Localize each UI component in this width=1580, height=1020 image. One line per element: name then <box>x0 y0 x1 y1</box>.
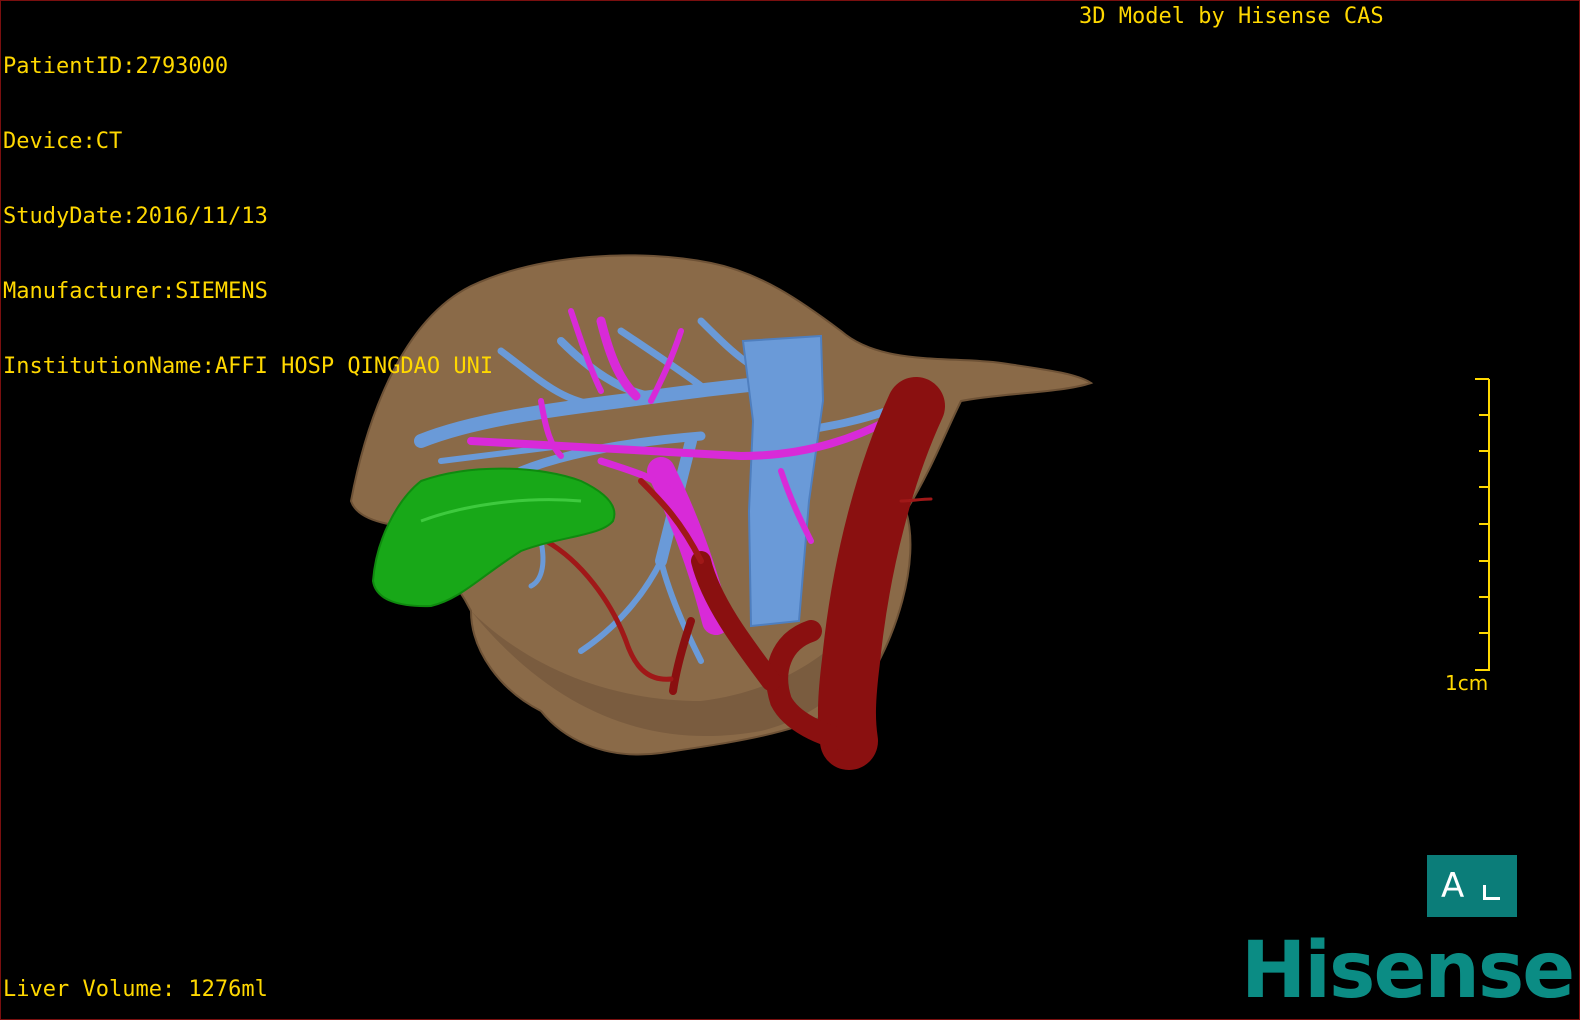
model-credit: 3D Model by Hisense CAS <box>1079 4 1384 29</box>
scale-bar <box>1475 378 1490 671</box>
orientation-letter: A <box>1441 866 1465 906</box>
brand-logo: Hisense <box>1241 926 1575 1016</box>
orientation-cube[interactable]: A <box>1427 855 1517 917</box>
patient-id: PatientID:2793000 <box>3 54 229 79</box>
device: Device:CT <box>3 129 123 154</box>
corner-icon <box>1483 885 1500 900</box>
manufacturer: Manufacturer:SIEMENS <box>3 279 268 304</box>
patient-info: PatientID:2793000 Device:CT StudyDate:20… <box>3 4 493 429</box>
institution-name: InstitutionName:AFFI HOSP QINGDAO UNI <box>3 354 494 379</box>
scale-label: 1cm <box>1445 671 1489 695</box>
study-date: StudyDate:2016/11/13 <box>3 204 268 229</box>
3d-viewport[interactable]: PatientID:2793000 Device:CT StudyDate:20… <box>0 0 1580 1020</box>
liver-volume: Liver Volume: 1276ml <box>3 977 268 1002</box>
